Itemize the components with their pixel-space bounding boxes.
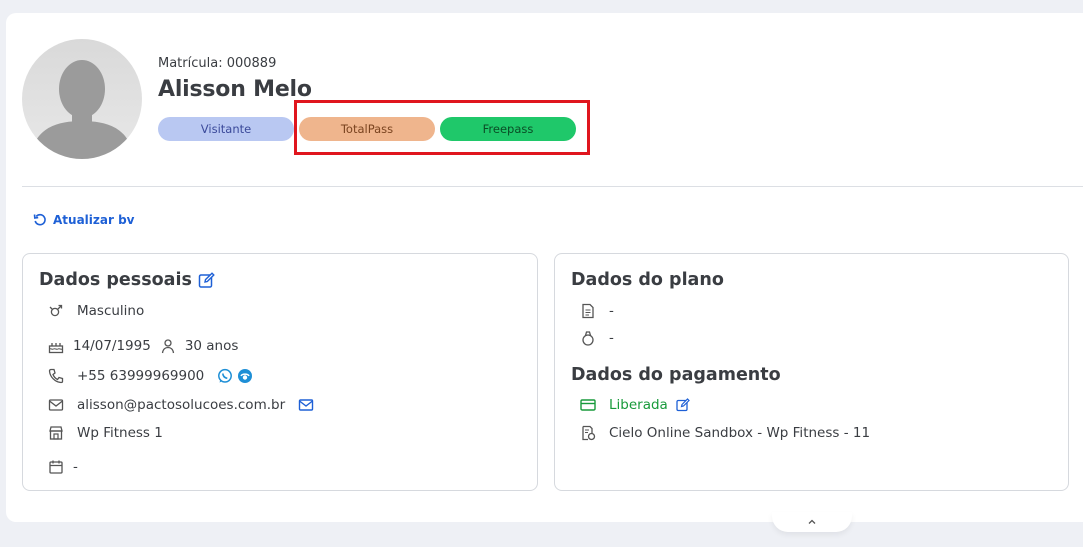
chat-icon[interactable] <box>236 367 254 385</box>
badge-visitante: Visitante <box>158 117 294 141</box>
plan-data-panel: Dados do plano - - Dados do pagamento Li… <box>554 253 1069 491</box>
phone-icon <box>47 367 65 385</box>
divider <box>22 186 1083 187</box>
refresh-icon <box>31 211 49 229</box>
gateway-value: Cielo Online Sandbox - Wp Fitness - 11 <box>609 425 871 441</box>
calendar-icon <box>47 458 65 476</box>
edit-payment-icon[interactable] <box>674 396 692 414</box>
phone-value: +55 63999969900 <box>77 368 205 384</box>
scroll-to-top-button[interactable] <box>772 512 852 532</box>
package-icon <box>579 329 597 347</box>
document-icon <box>579 302 597 320</box>
whatsapp-icon[interactable] <box>216 367 234 385</box>
cake-icon <box>47 337 65 355</box>
email-icon <box>47 396 65 414</box>
gender-value: Masculino <box>77 303 145 319</box>
client-name: Alisson Melo <box>158 77 312 102</box>
refresh-bv-label: Atualizar bv <box>53 213 135 227</box>
payment-status: Liberada <box>609 397 668 413</box>
registration-number: Matrícula: 000889 <box>158 56 277 71</box>
avatar <box>22 39 142 159</box>
annotation-highlight-box <box>294 100 590 155</box>
plan-data-title: Dados do plano <box>571 270 724 290</box>
chevron-up-icon <box>803 513 821 531</box>
gender-icon <box>47 302 65 320</box>
personal-data-title: Dados pessoais <box>39 270 192 290</box>
contract-value: - <box>609 303 614 319</box>
receipt-icon <box>579 424 597 442</box>
age-value: 30 anos <box>184 338 239 354</box>
payment-data-title: Dados do pagamento <box>571 365 781 385</box>
date-value: - <box>73 459 78 475</box>
personal-data-panel: Dados pessoais Masculino 14/07/1995 30 a… <box>22 253 538 491</box>
package-value: - <box>609 330 614 346</box>
user-silhouette-icon <box>30 60 134 159</box>
send-email-icon[interactable] <box>297 396 315 414</box>
credit-card-icon <box>579 396 597 414</box>
birthdate-value: 14/07/1995 <box>73 338 151 354</box>
store-icon <box>47 424 65 442</box>
email-value: alisson@pactosolucoes.com.br <box>77 397 286 413</box>
refresh-bv-button[interactable]: Atualizar bv <box>31 211 134 229</box>
edit-icon[interactable] <box>198 271 216 289</box>
person-icon <box>159 337 177 355</box>
unit-value: Wp Fitness 1 <box>77 425 163 441</box>
